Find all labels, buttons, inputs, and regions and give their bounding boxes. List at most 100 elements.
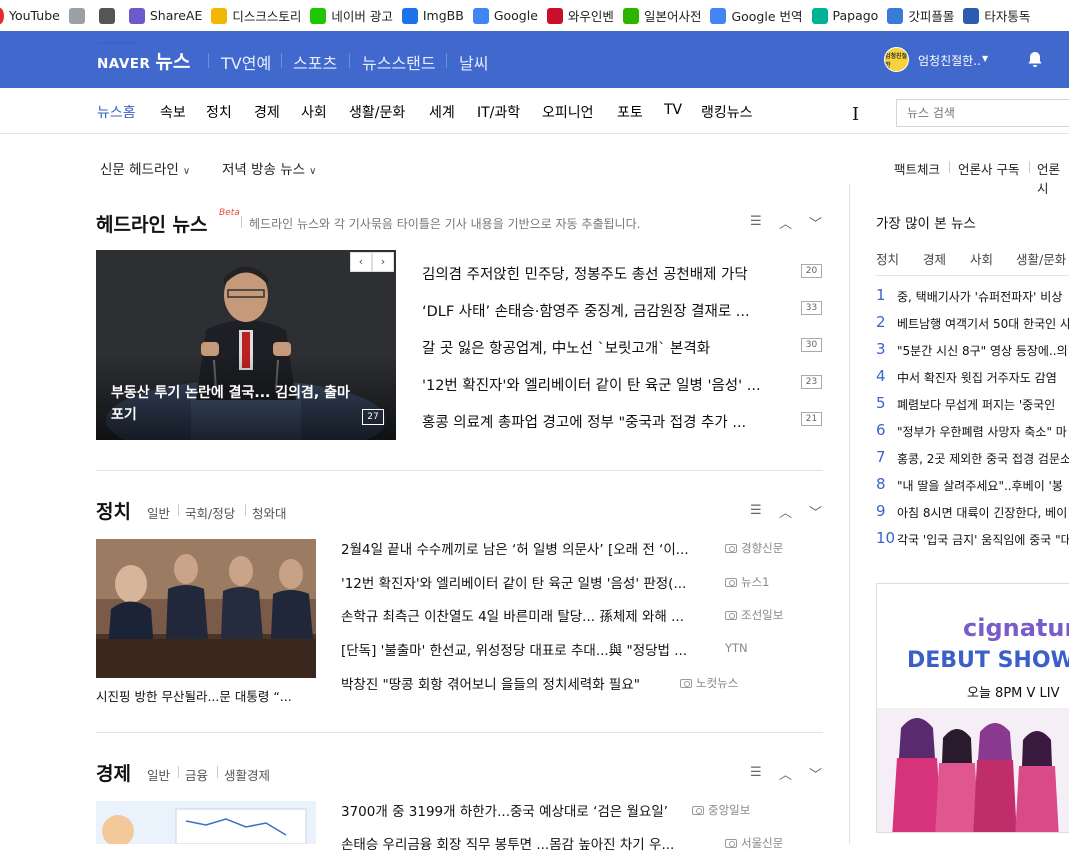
headline-link[interactable]: 갈 곳 잃은 항공업계, 中노선 `보릿고개` 본격화 bbox=[422, 337, 710, 358]
next-arrow-icon[interactable]: › bbox=[372, 252, 394, 272]
bookmark-item[interactable]: 갓피플몰 bbox=[887, 0, 954, 31]
naver-news-logo[interactable]: NAVER 뉴스 bbox=[97, 47, 190, 74]
ranking-article-link[interactable]: 폐렴보다 무섭게 퍼지는 '중국인 bbox=[897, 396, 1055, 413]
headline-link[interactable]: 김의겸 주저앉힌 민주당, 정봉주도 총선 공천배제 가닥 bbox=[422, 263, 748, 284]
bookmark-item[interactable]: 와우인벤 bbox=[546, 0, 614, 31]
user-name[interactable]: 엄청친절한.. bbox=[918, 52, 981, 69]
section-tab[interactable]: 생활/문화 bbox=[349, 102, 405, 122]
prev-arrow-icon[interactable]: ‹ bbox=[350, 252, 372, 272]
politics-sub-assembly[interactable]: 국회/정당 bbox=[185, 503, 235, 522]
related-count-badge[interactable]: 30 bbox=[801, 338, 822, 352]
topnav-sports[interactable]: 스포츠 bbox=[293, 50, 337, 74]
section-tab[interactable]: 포토 bbox=[617, 102, 643, 122]
topnav-newsstand[interactable]: 뉴스스탠드 bbox=[362, 50, 436, 74]
section-tab[interactable]: 사회 bbox=[301, 102, 327, 122]
chevron-down-icon[interactable]: ﹀ bbox=[809, 764, 822, 783]
section-tab[interactable]: TV bbox=[664, 102, 682, 118]
press-source[interactable]: 조선일보 bbox=[725, 607, 783, 623]
headline-link[interactable]: ‘DLF 사태’ 손태승·함영주 중징계, 금감원장 결재로 ... bbox=[422, 300, 750, 321]
related-count-badge[interactable]: 21 bbox=[801, 412, 822, 426]
ranking-tab[interactable]: 사회 bbox=[970, 249, 993, 268]
factcheck-link[interactable]: 팩트체크 bbox=[894, 159, 940, 178]
headline-link[interactable]: 홍콩 의료계 총파업 경고에 정부 "중국과 접경 추가 ... bbox=[422, 411, 746, 432]
politics-photo-caption[interactable]: 시진핑 방한 무산될라...문 대통령 “... bbox=[96, 686, 292, 705]
press-source[interactable]: 중앙일보 bbox=[692, 802, 750, 818]
ranking-tab[interactable]: 생활/문화 bbox=[1016, 249, 1066, 268]
bookmark-item[interactable]: Papago bbox=[811, 0, 878, 31]
bookmark-item[interactable]: Google 번역 bbox=[710, 0, 803, 31]
evening-broadcast-dropdown[interactable]: 저녁 방송 뉴스 ∨ bbox=[222, 158, 316, 178]
ad-banner[interactable]: cignatur DEBUT SHOW 오늘 8PM V LIV bbox=[876, 583, 1069, 833]
headline-photo-caption[interactable]: 부동산 투기 논란에 결국... 김의겸, 출마 포기 bbox=[111, 382, 351, 426]
section-tab[interactable]: 경제 bbox=[254, 102, 280, 122]
ranking-article-link[interactable]: 홍콩, 2곳 제외한 중국 접경 검문소 bbox=[897, 450, 1069, 467]
press-source[interactable]: 서울신문 bbox=[725, 835, 783, 851]
section-tab[interactable]: 오피니언 bbox=[542, 102, 594, 122]
ranking-article-link[interactable]: 베트남행 여객기서 50대 한국인 사 bbox=[897, 315, 1069, 332]
bookmark-icon-only[interactable] bbox=[68, 0, 90, 31]
collapse-up-icon[interactable]: ︿ bbox=[779, 213, 792, 232]
press-link[interactable]: 언론시 bbox=[1037, 159, 1069, 197]
politics-sub-general[interactable]: 일반 bbox=[147, 503, 170, 522]
press-subscribe-link[interactable]: 언론사 구독 bbox=[958, 159, 1019, 178]
headline-link[interactable]: '12번 확진자'와 엘리베이터 같이 탄 육군 일병 '음성' ... bbox=[422, 374, 761, 395]
section-tab[interactable]: 정치 bbox=[206, 102, 232, 122]
chevron-down-icon[interactable]: ﹀ bbox=[809, 502, 822, 521]
section-tab[interactable]: IT/과학 bbox=[477, 102, 520, 122]
bookmark-item[interactable]: Google bbox=[472, 0, 538, 31]
press-source[interactable]: 경향신문 bbox=[725, 540, 783, 556]
bookmark-item[interactable]: 타자통독 bbox=[963, 0, 1030, 31]
article-link[interactable]: [단독] '불출마' 한선교, 위성정당 대표로 추대...與 "정당법 ... bbox=[341, 639, 687, 659]
ranking-article-link[interactable]: 각국 '입국 금지' 움직임에 중국 "대 bbox=[897, 531, 1069, 548]
bookmark-item[interactable]: 네이버 광고 bbox=[310, 0, 393, 31]
topnav-weather[interactable]: 날씨 bbox=[459, 50, 488, 74]
related-count-badge[interactable]: 20 bbox=[801, 264, 822, 278]
ranking-article-link[interactable]: 중, 택배기사가 '슈퍼전파자' 비상 bbox=[897, 288, 1062, 305]
politics-sub-bluehouse[interactable]: 청와대 bbox=[252, 503, 287, 522]
press-source[interactable]: 노컷뉴스 bbox=[680, 675, 738, 691]
ranking-article-link[interactable]: "내 딸을 살려주세요"..후베이 '봉 bbox=[897, 477, 1063, 494]
press-source[interactable]: 뉴스1 bbox=[725, 574, 769, 590]
ranking-tab[interactable]: 경제 bbox=[923, 249, 946, 268]
article-link[interactable]: 박창진 "땅콩 회항 겪어보니 을들의 정치세력화 필요" bbox=[341, 673, 640, 693]
article-link[interactable]: 2월4일 끝내 수수께끼로 남은 ‘허 일병 의문사’ [오래 전 ‘이... bbox=[341, 538, 689, 558]
related-count-badge[interactable]: 23 bbox=[801, 375, 822, 389]
article-link[interactable]: 3700개 중 3199개 하한가...중국 예상대로 ‘검은 월요일’ bbox=[341, 800, 668, 820]
related-count-badge[interactable]: 33 bbox=[801, 301, 822, 315]
economy-sub-living[interactable]: 생활경제 bbox=[224, 765, 270, 784]
politics-photo[interactable] bbox=[96, 539, 316, 678]
economy-title[interactable]: 경제 bbox=[96, 759, 131, 786]
bookmark-item[interactable]: ShareAE bbox=[128, 0, 202, 31]
collapse-up-icon[interactable]: ︿ bbox=[779, 502, 792, 521]
article-link[interactable]: 손학규 최측근 이찬열도 4일 바른미래 탈당... 孫체제 와해 ... bbox=[341, 605, 684, 625]
section-tab[interactable]: 세계 bbox=[429, 102, 455, 122]
ranking-article-link[interactable]: "정부가 우한폐렴 사망자 축소" 마 bbox=[897, 423, 1067, 440]
section-tab[interactable]: 뉴스홈 bbox=[97, 102, 136, 122]
headline-photo[interactable]: ‹ › 부동산 투기 논란에 결국... 김의겸, 출마 포기 27 bbox=[96, 250, 396, 440]
bookmark-item[interactable]: 일본어사전 bbox=[622, 0, 701, 31]
newspaper-headline-dropdown[interactable]: 신문 헤드라인 ∨ bbox=[100, 158, 190, 178]
bookmark-item[interactable]: 디스크스토리 bbox=[211, 0, 301, 31]
ranking-article-link[interactable]: 아침 8시면 대륙이 긴장한다, 베이 bbox=[897, 504, 1067, 521]
article-link[interactable]: 손태승 우리금융 회장 직무 봉투면 ...몸감 높아진 차기 우... bbox=[341, 833, 674, 853]
bookmark-icon-only[interactable] bbox=[98, 0, 120, 31]
article-link[interactable]: '12번 확진자'와 엘리베이터 같이 탄 육군 일병 '음성' 판정(... bbox=[341, 572, 686, 592]
ranking-article-link[interactable]: 中서 확진자 윗집 거주자도 감염 bbox=[897, 369, 1057, 386]
search-input[interactable] bbox=[896, 99, 1069, 127]
ranking-tab[interactable]: 정치 bbox=[876, 249, 899, 268]
press-source[interactable]: YTN bbox=[725, 641, 748, 655]
menu-icon[interactable]: ☰ bbox=[750, 765, 762, 780]
avatar[interactable]: 엄청친절한 bbox=[884, 47, 909, 72]
ranking-article-link[interactable]: "5분간 시신 8구" 영상 등장에..의 bbox=[897, 342, 1068, 359]
economy-sub-finance[interactable]: 금융 bbox=[185, 765, 208, 784]
section-tab[interactable]: 랭킹뉴스 bbox=[701, 102, 753, 122]
chevron-down-icon[interactable]: ▼ bbox=[982, 54, 988, 63]
bell-icon[interactable] bbox=[1027, 51, 1043, 72]
economy-sub-general[interactable]: 일반 bbox=[147, 765, 170, 784]
economy-photo[interactable] bbox=[96, 801, 316, 844]
collapse-up-icon[interactable]: ︿ bbox=[779, 764, 792, 783]
chevron-down-icon[interactable]: ﹀ bbox=[809, 213, 822, 232]
bookmark-item[interactable]: ImgBB bbox=[401, 0, 464, 31]
topnav-tv-entertainment[interactable]: TV연예 bbox=[221, 50, 271, 74]
politics-title[interactable]: 정치 bbox=[96, 497, 131, 524]
